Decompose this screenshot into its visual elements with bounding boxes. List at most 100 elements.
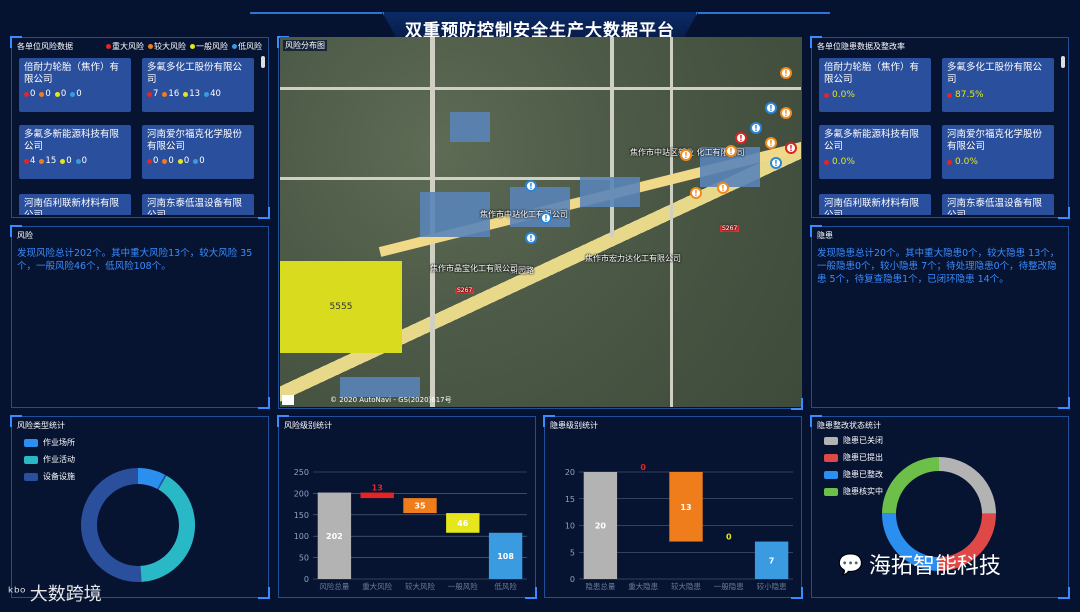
watermark-right: 💬 海拓智能科技 [838,552,1001,579]
scrollbar[interactable] [261,56,265,68]
title-line-left [250,12,382,14]
hazard-card[interactable]: 河南东泰低温设备有限公司 [942,194,1054,215]
risk-level-ytick: 50 [299,554,309,563]
map-road [670,37,673,407]
risk-level-xtick: 风险总量 [319,581,349,591]
risk-card[interactable]: 河南爱尔福克化学股份有限公司 0 0 0 0 [142,125,254,179]
risk-type-donut [81,468,195,582]
hazard-level-xtick: 重大隐患 [628,581,658,591]
hazard-level-ytick: 10 [565,522,575,531]
hazard-card-list[interactable]: 倍耐力轮胎（焦作）有限公司 0.0% 多氟多化工股份有限公司 87.5% 多氟多… [819,58,1054,215]
watermark-left-logo-icon: ᵏᵇᵒ [8,585,26,601]
risk-card[interactable]: 河南东泰低温设备有限公司 [142,194,254,215]
risk-level-data-label: 13 [372,484,383,493]
hazard-level-ytick: 5 [570,548,575,557]
risk-level-bar[interactable] [360,492,394,499]
map-road [280,87,801,90]
risk-pin-icon[interactable]: ! [735,132,747,144]
risk-level-xtick: 一般风险 [448,581,478,591]
risk-pin-icon[interactable]: ! [770,157,782,169]
risk-type-panel: 风险类型统计 作业场所 作业活动 设备设施 [10,415,270,599]
map-road [280,177,610,180]
map-place-label: 焦作市宏力达化工有限公司 [585,254,681,263]
hazard-level-data-label: 20 [595,522,607,531]
hazard-card[interactable]: 多氟多新能源科技有限公司 0.0% [819,125,931,179]
risk-legend: 重大风险 较大风险 一般风险 低风险 [106,41,262,52]
risk-level-xtick: 较大风险 [405,581,435,591]
hazard-level-data-label: 13 [680,503,691,512]
risk-pin-icon[interactable]: ! [780,67,792,79]
unit-risk-title: 各单位风险数据 [17,42,73,51]
risk-summary-title: 风险 [17,231,33,240]
hazard-level-xtick: 较大隐患 [671,581,701,591]
risk-pin-icon[interactable]: ! [765,137,777,149]
map-building [340,377,420,397]
risk-card[interactable]: 倍耐力轮胎（焦作）有限公司 0 0 0 0 [19,58,131,112]
risk-level-data-label: 46 [457,519,469,528]
legend-large: 较大风险 [148,41,186,52]
risk-card[interactable]: 多氟多化工股份有限公司 7 16 13 40 [142,58,254,112]
risk-level-data-label: 35 [414,502,426,511]
title-line-right [698,12,830,14]
risk-level-ytick: 200 [294,489,309,498]
map-place-label: 焦作市中站化工有限公司 [480,210,568,219]
risk-pin-icon[interactable]: ! [785,142,797,154]
legend-major: 重大风险 [106,41,144,52]
hazard-level-data-label: 0 [640,463,646,472]
risk-card-list[interactable]: 倍耐力轮胎（焦作）有限公司 0 0 0 0 多氟多化工股份有限公司 7 16 1… [19,58,254,215]
risk-level-ytick: 100 [294,532,309,541]
unit-hazard-title: 各单位隐患数据及整改率 [817,42,905,51]
hazard-card[interactable]: 多氟多化工股份有限公司 87.5% [942,58,1054,112]
map-title: 风险分布图 [283,40,327,51]
risk-card[interactable]: 河南佰利联新材料有限公司 [19,194,131,215]
hazard-level-xtick: 隐患总量 [585,581,615,591]
risk-level-xtick: 低风险 [494,581,517,591]
hazard-level-panel: 隐患级别统计 0 5 10 15 20 20 隐患总量 0 重大隐患 13 较大隐患 0 一般隐患 7 较小… [543,415,803,599]
risk-card[interactable]: 多氟多新能源科技有限公司 4 15 0 0 [19,125,131,179]
hazard-level-xtick: 较小隐患 [757,581,787,591]
scrollbar[interactable] [1061,56,1065,68]
hazard-level-data-label: 7 [769,556,775,565]
hazard-summary-panel: 隐患 发现隐患总计20个。其中重大隐患0个，较大隐患 13个，一般隐患0个，较小… [810,225,1070,409]
risk-level-data-label: 202 [326,532,343,541]
hazard-level-ytick: 15 [565,495,575,504]
risk-summary-text: 发现风险总计202个。其中重大风险13个，较大风险 35个，一般风险46个，低风… [17,248,253,272]
watermark-left: ᵏᵇᵒ 大数跨境 [8,584,102,605]
risk-level-ytick: 150 [294,511,309,520]
hazard-summary-text: 发现隐患总计20个。其中重大隐患0个，较大隐患 13个，一般隐患0个，较小隐患 … [817,248,1060,285]
legend-low: 低风险 [232,41,262,52]
legend-general: 一般风险 [190,41,228,52]
risk-map[interactable]: 新园路 S267 S267 焦作市晶宝化工有限公司 焦作市宏力达化工有限公司 焦… [280,37,801,407]
risk-pin-icon[interactable]: ! [525,232,537,244]
risk-level-panel: 风险级别统计 0 50 100 150 200 250 202 风险总量 13 重大风险 35 较大风… [277,415,537,599]
hazard-level-xtick: 一般隐患 [714,581,744,591]
risk-pin-icon[interactable]: ! [765,102,777,114]
map-place-label: 焦作市晶宝化工有限公司 [430,264,518,273]
risk-pin-icon[interactable]: ! [540,212,552,224]
map-road-code: S267 [455,287,475,294]
risk-level-chart: 0 50 100 150 200 250 202 风险总量 13 重大风险 35 较大风险 46 一般风险… [294,468,527,591]
map-road [610,37,614,237]
risk-pin-icon[interactable]: ! [680,149,692,161]
risk-pin-icon[interactable]: ! [525,180,537,192]
wechat-icon: 💬 [838,552,863,576]
unit-hazard-panel: 各单位隐患数据及整改率 倍耐力轮胎（焦作）有限公司 0.0% 多氟多化工股份有限… [810,36,1070,219]
risk-pin-icon[interactable]: ! [725,145,737,157]
risk-pin-icon[interactable]: ! [717,182,729,194]
hazard-level-chart: 0 5 10 15 20 20 隐患总量 0 重大隐患 13 较大隐患 0 一般隐患 7 较小隐患 [565,463,793,591]
hazard-card[interactable]: 倍耐力轮胎（焦作）有限公司 0.0% [819,58,931,112]
map-highlight-area[interactable]: 5555 [280,261,402,353]
risk-level-xtick: 重大风险 [362,581,392,591]
risk-pin-icon[interactable]: ! [690,187,702,199]
hazard-card[interactable]: 河南佰利联新材料有限公司 [819,194,931,215]
unit-risk-panel: 各单位风险数据 重大风险 较大风险 一般风险 低风险 倍耐力轮胎（焦作）有限公司… [10,36,270,219]
risk-level-data-label: 108 [497,552,514,561]
risk-pin-icon[interactable]: ! [780,107,792,119]
hazard-level-ytick: 0 [570,575,575,584]
hazard-level-data-label: 0 [726,533,732,542]
map-building [580,177,640,207]
risk-pin-icon[interactable]: ! [750,122,762,134]
map-copyright: © 2020 AutoNavi - GS(2020)617号 [330,396,452,404]
risk-level-ytick: 250 [294,468,309,477]
hazard-card[interactable]: 河南爱尔福克化学股份有限公司 0.0% [942,125,1054,179]
